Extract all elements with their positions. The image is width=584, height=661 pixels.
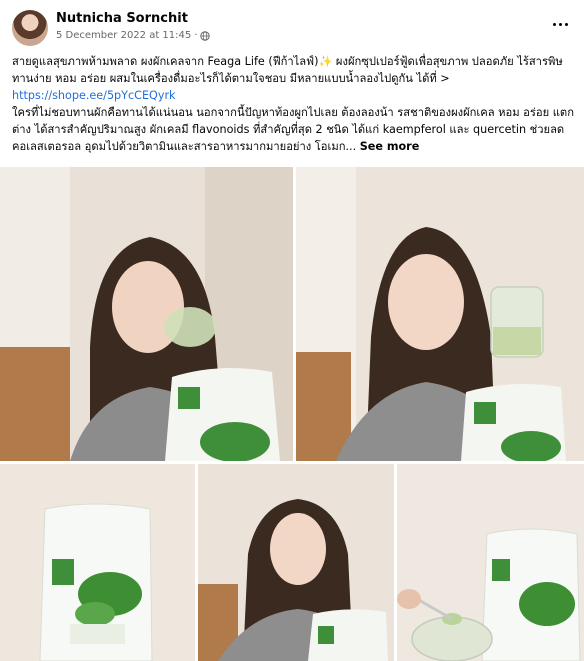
post-text-part-2: ใครที่ไม่ชอบทานผักคือทานได้แน่นอน นอกจาก… <box>12 106 574 153</box>
see-more-button[interactable]: See more <box>360 140 420 153</box>
post-photo-3[interactable] <box>0 464 195 661</box>
post-photo-1[interactable] <box>0 167 293 461</box>
avatar[interactable] <box>12 10 48 46</box>
post-photo-5[interactable] <box>397 464 584 661</box>
post-photo-2[interactable] <box>296 167 584 461</box>
meta-separator: · <box>194 30 198 41</box>
more-options-icon[interactable] <box>548 14 572 34</box>
post-header: Nutnicha Sornchit 5 December 2022 at 11:… <box>12 10 572 50</box>
post-meta: 5 December 2022 at 11:45 · <box>56 30 211 41</box>
post-date[interactable]: 5 December 2022 at 11:45 <box>56 30 191 41</box>
post-photo-4[interactable] <box>198 464 394 661</box>
shop-link[interactable]: https://shope.ee/5pYcCEQyrk <box>12 89 176 102</box>
globe-icon <box>200 30 211 41</box>
author-name[interactable]: Nutnicha Sornchit <box>56 11 188 26</box>
post-text: สายดูแลสุขภาพห้ามพลาด ผงผักเคลจาก Feaga … <box>12 53 574 155</box>
post-text-part-1: สายดูแลสุขภาพห้ามพลาด ผงผักเคลจาก Feaga … <box>12 55 563 85</box>
